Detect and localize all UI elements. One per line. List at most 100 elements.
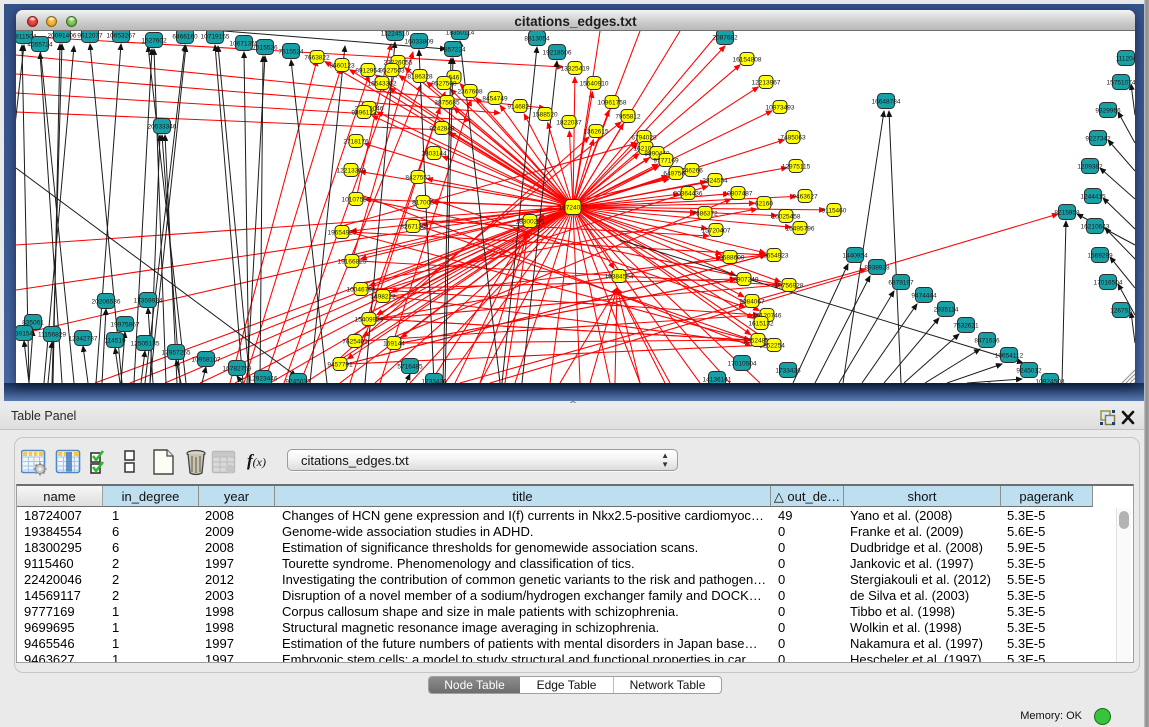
- svg-text:9227342: 9227342: [1085, 135, 1111, 142]
- svg-text:1362615: 1362615: [583, 128, 609, 135]
- svg-text:10924508: 10924508: [1036, 378, 1065, 383]
- svg-text:17957255: 17957255: [162, 349, 191, 356]
- svg-text:10807487: 10807487: [724, 190, 753, 197]
- svg-text:9245012: 9245012: [1016, 367, 1042, 374]
- svg-text:114519: 114519: [104, 337, 126, 344]
- svg-text:9777169: 9777169: [653, 157, 679, 164]
- svg-text:19654925: 19654925: [328, 229, 357, 236]
- svg-text:16210643: 16210643: [1081, 223, 1110, 230]
- svg-text:10688609: 10688609: [716, 254, 745, 261]
- svg-text:14136141: 14136141: [703, 376, 732, 383]
- svg-text:1733426: 1733426: [775, 367, 801, 374]
- svg-text:18724007: 18724007: [559, 204, 588, 211]
- svg-text:10961758: 10961758: [598, 99, 627, 106]
- svg-text:9463627: 9463627: [792, 193, 818, 200]
- svg-text:3875685: 3875685: [434, 99, 460, 106]
- svg-text:2718176: 2718176: [343, 138, 369, 145]
- svg-text:12213369: 12213369: [337, 167, 366, 174]
- svg-text:1588520: 1588520: [532, 111, 558, 118]
- svg-text:252254: 252254: [763, 342, 785, 349]
- svg-text:9329966: 9329966: [1095, 107, 1121, 114]
- svg-text:15720407: 15720407: [702, 227, 731, 234]
- svg-text:8912954: 8912954: [355, 67, 381, 74]
- svg-text:9457791: 9457791: [327, 361, 353, 368]
- svg-text:10107553: 10107553: [342, 196, 371, 203]
- svg-text:6466160: 6466160: [172, 33, 198, 40]
- svg-text:11156829: 11156829: [38, 331, 66, 338]
- svg-text:9527508: 9527508: [431, 80, 457, 87]
- svg-text:2803144: 2803144: [421, 150, 447, 157]
- svg-text:8938928: 8938928: [864, 264, 890, 271]
- svg-text:8215958: 8215958: [1054, 209, 1080, 216]
- svg-text:10973493: 10973493: [766, 104, 795, 111]
- svg-text:17359924: 17359924: [134, 297, 163, 304]
- svg-text:8660123: 8660123: [329, 62, 355, 69]
- svg-text:2935114: 2935114: [934, 306, 959, 313]
- svg-text:5498222: 5498222: [370, 293, 396, 300]
- svg-text:18907249: 18907249: [730, 276, 759, 283]
- svg-text:18350114: 18350114: [446, 31, 475, 36]
- svg-text:8427552: 8427552: [405, 174, 431, 181]
- svg-text:3824554: 3824554: [702, 177, 728, 184]
- svg-text:20364436: 20364436: [674, 190, 703, 197]
- svg-text:19975867: 19975867: [111, 321, 140, 328]
- svg-text:2087682: 2087682: [712, 34, 738, 41]
- svg-text:16782759: 16782759: [223, 365, 252, 372]
- svg-text:10719155: 10719155: [201, 33, 230, 40]
- svg-text:16154808: 16154808: [733, 56, 762, 63]
- svg-text:7955812: 7955812: [615, 113, 641, 120]
- svg-text:1527602: 1527602: [141, 37, 167, 44]
- svg-text:6879197: 6879197: [888, 279, 914, 286]
- svg-text:12975115: 12975115: [782, 163, 811, 170]
- svg-text:4055724: 4055724: [27, 41, 53, 48]
- svg-text:7857224: 7857224: [440, 46, 466, 53]
- svg-text:7386372: 7386372: [692, 210, 718, 217]
- svg-text:12505135: 12505135: [131, 340, 160, 347]
- svg-text:6794028: 6794028: [631, 134, 657, 141]
- svg-text:10958107: 10958107: [192, 356, 221, 363]
- svg-text:169144: 169144: [383, 340, 405, 347]
- svg-text:19756928: 19756928: [775, 282, 804, 289]
- svg-text:7515526: 7515526: [252, 44, 278, 51]
- svg-text:1209382: 1209382: [1077, 163, 1103, 170]
- svg-text:1822037: 1822037: [556, 119, 582, 126]
- svg-text:10025458: 10025458: [772, 213, 801, 220]
- svg-text:12213967: 12213967: [752, 79, 781, 86]
- svg-text:9146821: 9146821: [507, 103, 533, 110]
- svg-text:16648784: 16648784: [872, 98, 901, 105]
- svg-text:1440954: 1440954: [842, 252, 868, 259]
- svg-text:62160: 62160: [755, 200, 773, 207]
- svg-text:9527503: 9527503: [379, 67, 405, 74]
- svg-text:7663822: 7663822: [304, 54, 330, 61]
- svg-text:9896123: 9896123: [351, 109, 377, 116]
- svg-text:1733426: 1733426: [421, 378, 447, 383]
- svg-text:20533346: 20533346: [148, 123, 177, 130]
- svg-text:20091406: 20091406: [48, 32, 77, 39]
- svg-text:7625402: 7625402: [342, 338, 368, 345]
- svg-text:19384554: 19384554: [605, 273, 634, 280]
- svg-text:9612077: 9612077: [77, 32, 103, 39]
- svg-text:10046798: 10046798: [347, 286, 376, 293]
- svg-text:18300295: 18300295: [516, 218, 545, 225]
- svg-text:8186328: 8186328: [407, 73, 433, 80]
- svg-text:8454749: 8454749: [482, 95, 508, 102]
- svg-text:16495796: 16495796: [786, 225, 815, 232]
- svg-text:746266: 746266: [681, 167, 703, 174]
- svg-text:817006: 817006: [412, 199, 434, 206]
- svg-text:17010504: 17010504: [728, 360, 757, 367]
- svg-text:12923446: 12923446: [249, 375, 278, 382]
- svg-text:39154: 39154: [16, 330, 33, 337]
- svg-text:11224510: 11224510: [381, 31, 410, 37]
- svg-text:17016504: 17016504: [1094, 279, 1123, 286]
- svg-text:10653267: 10653267: [107, 32, 136, 39]
- svg-text:20206536: 20206536: [92, 298, 121, 305]
- svg-text:15751074: 15751074: [1107, 79, 1135, 86]
- svg-text:1615132: 1615132: [748, 320, 774, 327]
- svg-text:15409939: 15409939: [355, 316, 384, 323]
- svg-text:7485063: 7485063: [780, 134, 806, 141]
- svg-text:8267130: 8267130: [400, 223, 426, 230]
- svg-text:19218506: 19218506: [543, 49, 572, 56]
- svg-text:9474444: 9474444: [911, 292, 937, 299]
- svg-text:111204: 111204: [1116, 55, 1135, 62]
- svg-text:19654923: 19654923: [760, 252, 789, 259]
